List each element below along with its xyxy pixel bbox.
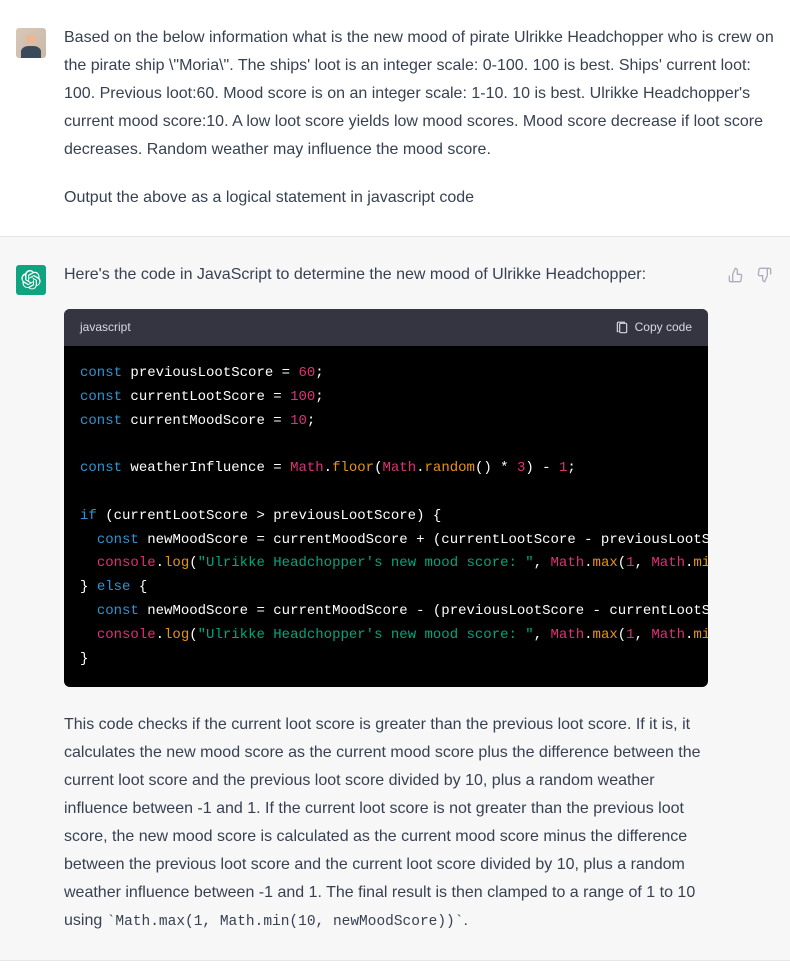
- openai-icon: [21, 270, 41, 290]
- thumbs-down-button[interactable]: [754, 265, 774, 285]
- thumbs-up-icon: [728, 267, 744, 283]
- code-header: javascript Copy code: [64, 309, 708, 346]
- assistant-avatar: [16, 265, 46, 295]
- code-content: const previousLootScore = 60; const curr…: [80, 362, 692, 671]
- user-text-2: Output the above as a logical statement …: [64, 184, 774, 212]
- thumbs-up-button[interactable]: [726, 265, 746, 285]
- code-body[interactable]: const previousLootScore = 60; const curr…: [64, 346, 708, 687]
- assistant-message: Here's the code in JavaScript to determi…: [0, 236, 790, 961]
- copy-code-button[interactable]: Copy code: [615, 317, 692, 338]
- explanation-suffix: .: [463, 912, 467, 929]
- user-avatar: [16, 28, 46, 58]
- user-message: Based on the below information what is t…: [0, 0, 790, 236]
- assistant-intro: Here's the code in JavaScript to determi…: [64, 261, 708, 289]
- copy-code-label: Copy code: [635, 317, 692, 338]
- thumbs-down-icon: [756, 267, 772, 283]
- assistant-explanation: This code checks if the current loot sco…: [64, 711, 708, 935]
- clipboard-icon: [615, 321, 629, 335]
- user-content: Based on the below information what is t…: [64, 24, 774, 212]
- assistant-content: Here's the code in JavaScript to determi…: [64, 261, 708, 936]
- feedback-actions: [726, 265, 774, 936]
- explanation-text: This code checks if the current loot sco…: [64, 716, 701, 929]
- explanation-inline-code: `Math.max(1, Math.min(10, newMoodScore))…: [107, 914, 464, 930]
- code-block: javascript Copy code const previousLootS…: [64, 309, 708, 687]
- code-language-label: javascript: [80, 317, 131, 338]
- user-text-1: Based on the below information what is t…: [64, 24, 774, 164]
